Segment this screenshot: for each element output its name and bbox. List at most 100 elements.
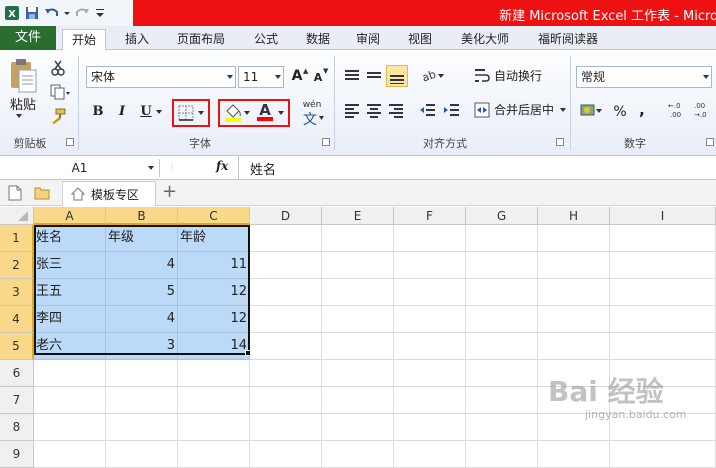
name-box[interactable]: A1 bbox=[0, 159, 160, 177]
row-header-7[interactable]: 7 bbox=[0, 387, 34, 414]
align-middle-icon[interactable] bbox=[366, 68, 382, 84]
column-header-f[interactable]: F bbox=[394, 207, 466, 225]
align-top-icon[interactable] bbox=[344, 68, 360, 84]
select-all-corner[interactable] bbox=[0, 207, 34, 225]
chevron-down-icon[interactable] bbox=[227, 75, 233, 79]
paste-icon[interactable] bbox=[8, 58, 38, 94]
cell-i1[interactable] bbox=[610, 225, 716, 252]
cell-b1[interactable]: 年级 bbox=[106, 225, 178, 252]
cell-e1[interactable] bbox=[322, 225, 394, 252]
tab-file[interactable]: 文件 bbox=[0, 26, 56, 50]
undo-dropdown-icon[interactable] bbox=[64, 5, 70, 21]
cut-icon[interactable] bbox=[50, 60, 66, 76]
align-bottom-icon[interactable] bbox=[386, 65, 408, 87]
cell-b7[interactable] bbox=[106, 387, 178, 414]
cell-a1[interactable]: 姓名 bbox=[34, 225, 106, 252]
percent-button[interactable]: % bbox=[612, 102, 628, 122]
cell-f1[interactable] bbox=[394, 225, 466, 252]
copy-icon[interactable] bbox=[50, 84, 70, 100]
add-tab-button[interactable]: + bbox=[162, 181, 177, 202]
cell-c6[interactable] bbox=[178, 360, 250, 387]
save-icon[interactable] bbox=[24, 5, 40, 21]
cell-e5[interactable] bbox=[322, 333, 394, 360]
cell-g5[interactable] bbox=[466, 333, 538, 360]
tab-beautify[interactable]: 美化大师 bbox=[452, 29, 518, 50]
row-header-3[interactable]: 3 bbox=[0, 279, 34, 306]
cell-e9[interactable] bbox=[322, 441, 394, 468]
align-left-icon[interactable] bbox=[344, 102, 360, 118]
cell-b2[interactable]: 4 bbox=[106, 252, 178, 279]
cell-i5[interactable] bbox=[610, 333, 716, 360]
phonetic-guide-icon[interactable]: wén 文 bbox=[300, 100, 324, 128]
cell-c3[interactable]: 12 bbox=[178, 279, 250, 306]
bold-button[interactable]: B bbox=[90, 102, 106, 122]
name-box-dropdown-icon[interactable] bbox=[148, 166, 154, 170]
customize-qat-icon[interactable] bbox=[94, 5, 110, 21]
column-header-i[interactable]: I bbox=[610, 207, 716, 225]
number-dialog-launcher-icon[interactable] bbox=[706, 138, 714, 146]
cell-e3[interactable] bbox=[322, 279, 394, 306]
template-tab[interactable]: 模板专区 bbox=[62, 181, 156, 206]
alignment-dialog-launcher-icon[interactable] bbox=[556, 138, 564, 146]
column-header-d[interactable]: D bbox=[250, 207, 322, 225]
cell-a7[interactable] bbox=[34, 387, 106, 414]
cell-a9[interactable] bbox=[34, 441, 106, 468]
tab-foxit-reader[interactable]: 福昕阅读器 bbox=[530, 29, 606, 50]
cell-c2[interactable]: 11 bbox=[178, 252, 250, 279]
cell-i3[interactable] bbox=[610, 279, 716, 306]
cell-h4[interactable] bbox=[538, 306, 610, 333]
clipboard-dialog-launcher-icon[interactable] bbox=[66, 138, 74, 146]
wrap-text-label[interactable]: 自动换行 bbox=[494, 68, 542, 84]
cell-c7[interactable] bbox=[178, 387, 250, 414]
comma-button[interactable]: , bbox=[636, 100, 648, 120]
cell-c5[interactable]: 14 bbox=[178, 333, 250, 360]
italic-button[interactable]: I bbox=[114, 102, 130, 122]
row-header-2[interactable]: 2 bbox=[0, 252, 34, 279]
cell-f6[interactable] bbox=[394, 360, 466, 387]
tab-page-layout[interactable]: 页面布局 bbox=[166, 29, 236, 50]
cell-i9[interactable] bbox=[610, 441, 716, 468]
cell-h3[interactable] bbox=[538, 279, 610, 306]
underline-dropdown-icon[interactable] bbox=[156, 110, 162, 114]
font-size-select[interactable]: 11 bbox=[238, 66, 284, 88]
increase-decimal-icon[interactable]: ←.0.00 bbox=[668, 100, 688, 120]
cell-c4[interactable]: 12 bbox=[178, 306, 250, 333]
undo-icon[interactable] bbox=[44, 5, 60, 21]
merge-center-icon[interactable] bbox=[474, 102, 490, 118]
font-color-icon[interactable]: A bbox=[256, 101, 274, 123]
grow-font-button[interactable]: A bbox=[290, 66, 304, 86]
cell-a2[interactable]: 张三 bbox=[34, 252, 106, 279]
increase-indent-icon[interactable] bbox=[444, 102, 460, 118]
column-header-b[interactable]: B bbox=[106, 207, 178, 225]
cell-f2[interactable] bbox=[394, 252, 466, 279]
row-header-6[interactable]: 6 bbox=[0, 360, 34, 387]
fill-color-icon[interactable] bbox=[224, 103, 242, 123]
cell-d4[interactable] bbox=[250, 306, 322, 333]
cell-f7[interactable] bbox=[394, 387, 466, 414]
merge-dropdown-icon[interactable] bbox=[560, 108, 566, 112]
cell-h5[interactable] bbox=[538, 333, 610, 360]
merge-center-label[interactable]: 合并后居中 bbox=[494, 102, 554, 118]
column-header-h[interactable]: H bbox=[538, 207, 610, 225]
font-color-dropdown-icon[interactable] bbox=[278, 111, 284, 115]
cell-b5[interactable]: 3 bbox=[106, 333, 178, 360]
insert-function-button[interactable]: fx bbox=[216, 159, 228, 173]
cell-f9[interactable] bbox=[394, 441, 466, 468]
cell-g6[interactable] bbox=[466, 360, 538, 387]
cell-g2[interactable] bbox=[466, 252, 538, 279]
cell-c9[interactable] bbox=[178, 441, 250, 468]
row-header-1[interactable]: 1 bbox=[0, 225, 34, 252]
cell-b9[interactable] bbox=[106, 441, 178, 468]
redo-icon[interactable] bbox=[74, 5, 90, 21]
cell-d2[interactable] bbox=[250, 252, 322, 279]
open-folder-icon[interactable] bbox=[34, 186, 50, 200]
cell-d3[interactable] bbox=[250, 279, 322, 306]
orientation-icon[interactable]: ab bbox=[420, 66, 446, 85]
cell-g4[interactable] bbox=[466, 306, 538, 333]
cell-h2[interactable] bbox=[538, 252, 610, 279]
tab-insert[interactable]: 插入 bbox=[116, 29, 158, 50]
cell-a5[interactable]: 老六 bbox=[34, 333, 106, 360]
paste-dropdown-icon[interactable] bbox=[16, 114, 22, 118]
cell-b3[interactable]: 5 bbox=[106, 279, 178, 306]
cell-d7[interactable] bbox=[250, 387, 322, 414]
